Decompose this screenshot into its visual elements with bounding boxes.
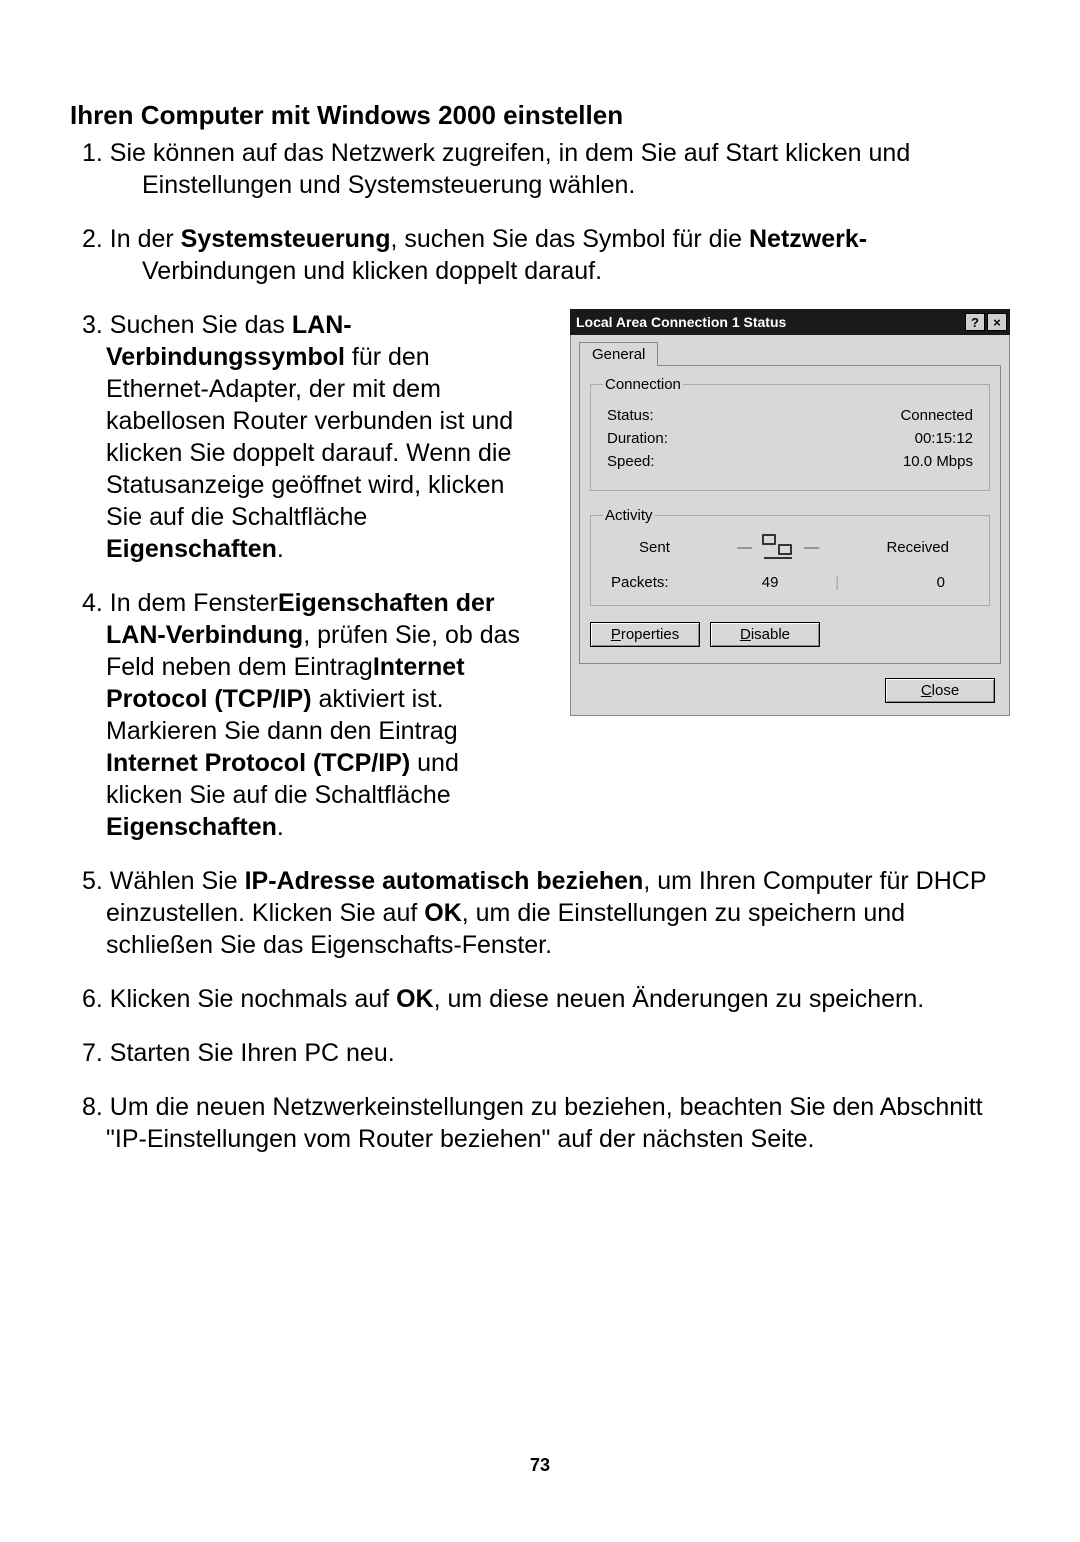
sent-label: Sent <box>639 539 670 556</box>
speed-value: 10.0 Mbps <box>903 453 973 470</box>
step-5: 5. Wählen Sie IP-Adresse automatisch bez… <box>70 865 1010 961</box>
text: , suchen Sie das Symbol für die <box>390 225 749 253</box>
bold: Eigenschaften <box>106 535 277 563</box>
help-button[interactable]: ? <box>965 313 985 331</box>
speed-label: Speed: <box>607 453 655 470</box>
activity-icon-row: — <box>737 532 819 562</box>
step-4: 4. In dem FensterEigenschaften der LAN-V… <box>70 587 530 843</box>
activity-group: Activity Sent — <box>590 507 990 606</box>
page-number: 73 <box>70 1455 1010 1476</box>
divider: | <box>819 574 855 591</box>
duration-value: 00:15:12 <box>915 430 973 447</box>
legend: Activity <box>603 507 655 524</box>
label: roperties <box>621 626 679 643</box>
label: lose <box>932 682 960 699</box>
text: 3. Suchen Sie das <box>82 311 292 339</box>
text: 2. In der <box>82 225 181 253</box>
step-7: 7. Starten Sie Ihren PC neu. <box>70 1037 1010 1069</box>
legend: Connection <box>603 376 683 393</box>
mnemonic: D <box>740 626 751 643</box>
bold: Internet Protocol (TCP/IP) <box>106 749 410 777</box>
bold: IP-Adresse automatisch beziehen <box>245 867 644 895</box>
connection-group: Connection Status: Connected Duration: 00:… <box>590 376 990 491</box>
properties-button[interactable]: Properties <box>590 622 700 647</box>
bold: Eigenschaften <box>106 813 277 841</box>
close-dialog-button[interactable]: Close <box>885 678 995 703</box>
mnemonic: C <box>921 682 932 699</box>
text: Verbindungen und klicken doppelt darauf. <box>142 257 602 285</box>
received-label: Received <box>886 539 949 556</box>
window-title: Local Area Connection 1 Status <box>576 314 786 330</box>
packets-received: 0 <box>855 574 969 591</box>
packets-sent: 49 <box>721 574 819 591</box>
step-6: 6. Klicken Sie nochmals auf OK, um diese… <box>70 983 1010 1015</box>
text: 4. In dem Fenster <box>82 589 278 617</box>
packets-label: Packets: <box>611 574 721 591</box>
computers-icon <box>760 532 796 562</box>
text: . <box>277 813 284 841</box>
mnemonic: P <box>611 626 621 643</box>
disable-button[interactable]: Disable <box>710 622 820 647</box>
status-value: Connected <box>900 407 973 424</box>
step-2: 2. In der Systemsteuerung, suchen Sie da… <box>70 223 1010 287</box>
label: isable <box>751 626 790 643</box>
text: für den Ethernet-Adapter, der mit dem ka… <box>106 343 513 531</box>
section-title: Ihren Computer mit Windows 2000 einstell… <box>70 100 1010 131</box>
text: , um diese neuen Änderungen zu speichern… <box>434 985 925 1013</box>
close-button[interactable]: × <box>987 313 1007 331</box>
text: 1. Sie können auf das Netzwerk zugreifen… <box>82 139 910 167</box>
text: 5. Wählen Sie <box>82 867 245 895</box>
step-8: 8. Um die neuen Netzwerkeinstellungen zu… <box>70 1091 1010 1155</box>
step-1: 1. Sie können auf das Netzwerk zugreifen… <box>70 137 1010 201</box>
title-bar: Local Area Connection 1 Status ? × <box>570 309 1010 335</box>
bold: Systemsteuerung <box>181 225 391 253</box>
tab-general[interactable]: General <box>579 342 658 366</box>
status-label: Status: <box>607 407 654 424</box>
text: 6. Klicken Sie nochmals auf <box>82 985 396 1013</box>
lan-status-dialog: Local Area Connection 1 Status ? × Gener… <box>570 309 1010 716</box>
tab-panel: Connection Status: Connected Duration: 00:… <box>579 365 1001 664</box>
bold: OK <box>396 985 434 1013</box>
text: . <box>277 535 284 563</box>
bold: OK <box>424 899 462 927</box>
bold: Netzwerk- <box>749 225 867 253</box>
step-3: 3. Suchen Sie das LAN-Verbindungssymbol … <box>70 309 530 565</box>
text: Einstellungen und Systemsteuerung wählen… <box>142 171 635 199</box>
duration-label: Duration: <box>607 430 668 447</box>
